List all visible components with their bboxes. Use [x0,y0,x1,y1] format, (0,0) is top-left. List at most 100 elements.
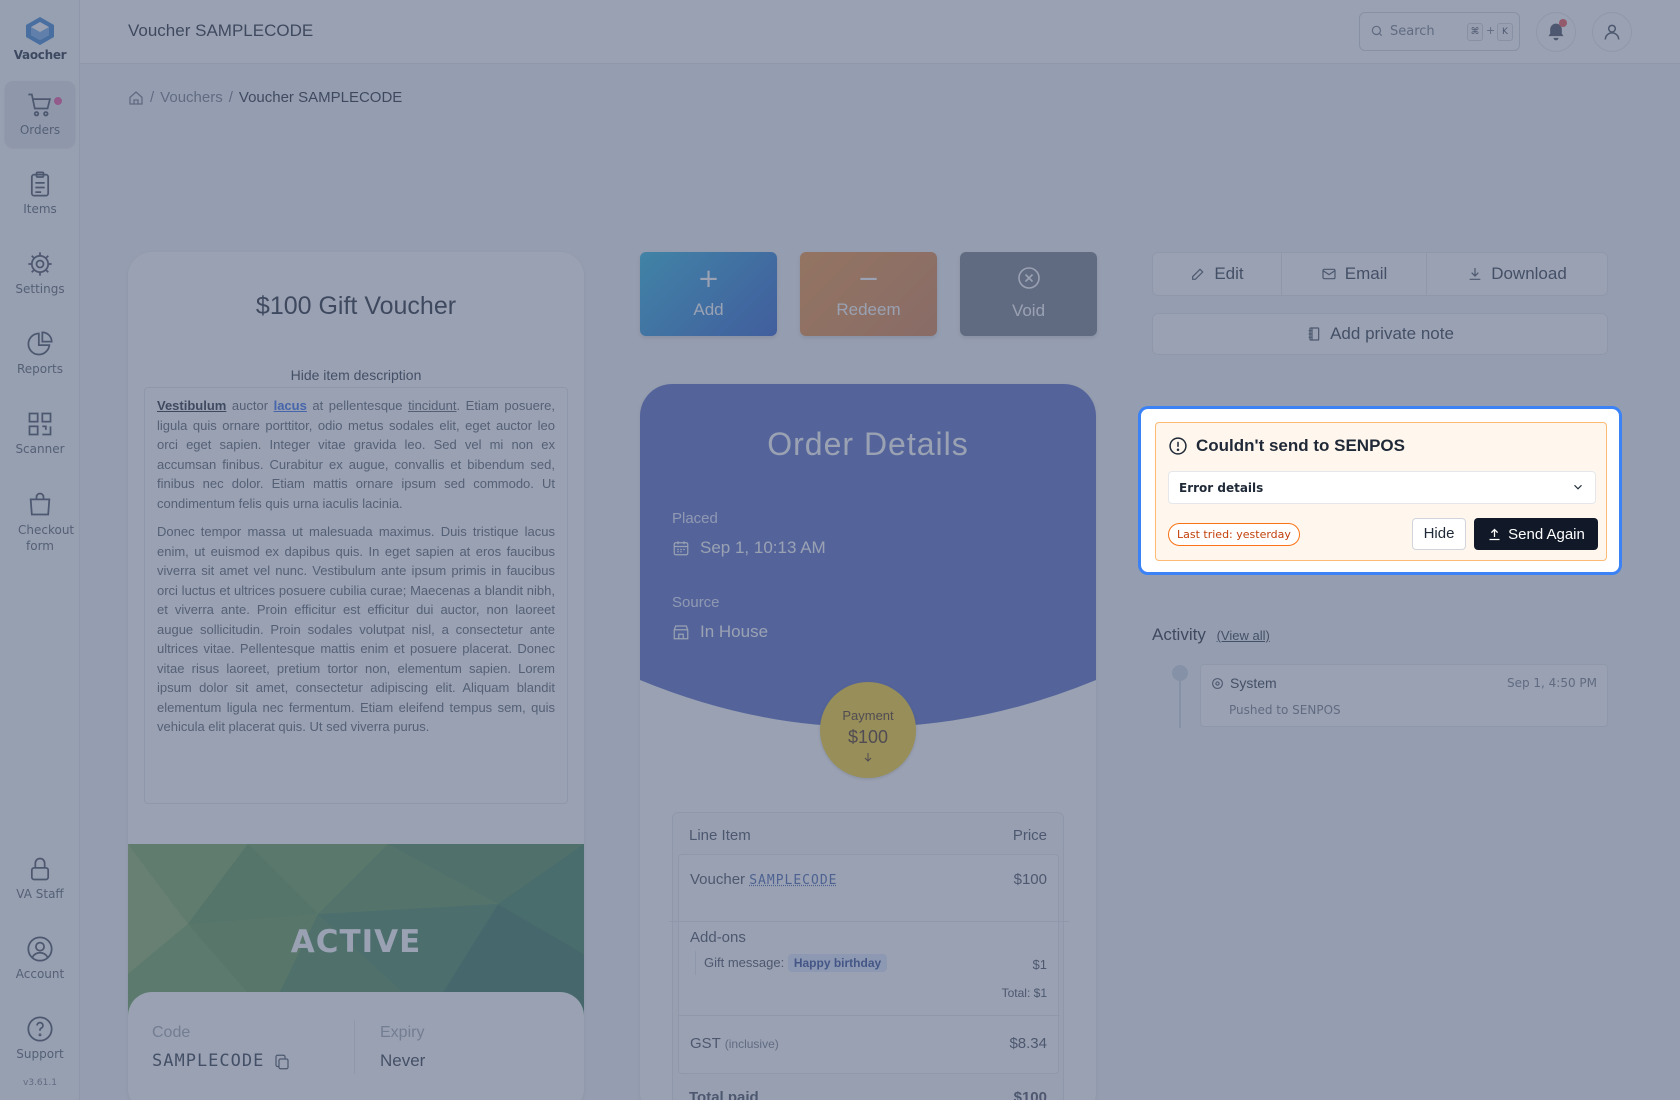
source-value: In House [672,622,768,642]
shortcut-plus: + [1486,24,1496,37]
code-expiry-panel: Code SAMPLECODE Expiry Never [128,992,584,1100]
download-icon [1469,268,1481,280]
senpos-alert-highlight: Couldn't send to SENPOS Error details La… [1138,406,1622,575]
alert-title-text: Couldn't send to SENPOS [1196,436,1405,455]
breadcrumb-vouchers[interactable]: Vouchers [160,89,223,106]
payment-label: Payment [842,708,894,723]
total-paid-label: Total paid [689,1089,759,1100]
page-title: Voucher SAMPLECODE [128,21,314,40]
upload-icon [1489,528,1500,540]
nav-account[interactable]: Account [5,925,75,981]
nav-orders-label: Orders [19,123,61,137]
warning-icon [1169,437,1187,455]
nav-items-label: Items [23,202,57,216]
hide-description-toggle[interactable]: Hide item description [128,367,584,383]
error-details-dropdown[interactable]: Error details [1168,471,1596,504]
notification-dot [52,95,64,107]
column-header-line-item: Line Item [689,827,751,844]
payment-amount: $100 [847,727,889,747]
voucher-line-price: $100 [1013,871,1047,888]
hide-button[interactable]: Hide [1412,518,1466,550]
nav-orders[interactable]: Orders [5,81,75,147]
nav-account-label: Account [15,967,65,981]
description-link[interactable]: lacus [274,398,307,413]
addons-label: Add-ons [690,929,746,946]
envelope-icon [1322,268,1336,280]
breadcrumb-separator: / [228,89,233,106]
timeline-dot [1172,665,1188,681]
addons-total-value: $1 [1033,986,1047,1000]
gst-value: $8.34 [1009,1035,1047,1052]
pencil-icon [1192,268,1204,280]
app-logo[interactable]: Vaocher [0,16,80,62]
last-tried-badge: Last tried: yesterday [1168,523,1300,546]
email-button-label: Email [1344,264,1388,283]
activity-header: Activity (View all) [1152,625,1270,645]
redeem-button[interactable]: − Redeem [800,252,937,336]
description-bold-word: Vestibulum [157,398,227,413]
addons-total-label: Total: [1001,986,1031,1000]
profile-button[interactable] [1592,12,1632,52]
add-button[interactable]: + Add [640,252,777,336]
nav-items[interactable]: Items [5,160,75,216]
nav-checkout-form-label: Checkout form [18,523,75,553]
void-button[interactable]: Void [960,252,1097,336]
gear-icon [28,252,52,276]
payment-badge[interactable]: Payment $100 [820,682,916,778]
home-icon[interactable] [128,90,144,106]
void-icon [960,266,1097,295]
search-input[interactable]: Search ⌘ + K [1359,12,1520,51]
view-all-link[interactable]: (View all) [1217,628,1270,643]
total-paid-value: $100 [1013,1089,1047,1100]
order-details-title: Order Details [767,426,969,462]
notebook-icon [1308,327,1320,341]
divider [354,1020,355,1074]
version-label: v3.61.1 [23,1078,57,1088]
nav-va-staff[interactable]: VA Staff [5,845,75,901]
placed-date: Sep 1, 10:13 AM [700,538,826,557]
clipboard-icon [30,171,50,197]
description-text: at pellentesque [306,398,409,413]
nav-settings[interactable]: Settings [5,240,75,296]
description-text: auctor [226,398,274,413]
nav-scanner[interactable]: Scanner [5,400,75,456]
nav-checkout-form[interactable]: Checkout form [5,480,75,554]
void-button-label: Void [1011,301,1046,320]
activity-actor-name: System [1230,675,1277,691]
description-text: . Etiam posuere, ligula quis ornare port… [157,398,556,511]
pie-chart-icon [27,331,53,356]
shortcut-key-k: K [1497,23,1513,41]
notifications-button[interactable] [1536,12,1576,52]
copy-icon[interactable] [273,1053,291,1071]
gift-message-label: Gift message: [704,955,785,970]
search-placeholder: Search [1390,24,1435,39]
logo-icon [26,17,54,45]
expiry-value: Never [380,1051,426,1070]
activity-title: Activity [1152,625,1206,644]
placed-label: Placed [672,510,718,527]
nav-reports[interactable]: Reports [5,320,75,376]
error-details-label: Error details [1179,481,1264,495]
email-button[interactable]: Email [1281,252,1427,296]
minus-icon: − [857,264,880,294]
help-icon [27,1016,53,1042]
voucher-line-label: Voucher [690,871,746,888]
nav-reports-label: Reports [16,362,64,376]
gst-row: GST (inclusive) [690,1035,779,1052]
nav-settings-label: Settings [15,282,65,296]
breadcrumb-current: Voucher SAMPLECODE [238,89,403,106]
edit-button-label: Edit [1214,264,1244,283]
send-again-button[interactable]: Send Again [1474,518,1598,550]
status-label: ACTIVE [290,924,422,960]
download-button[interactable]: Download [1426,252,1608,296]
add-private-note-button[interactable]: Add private note [1152,313,1608,355]
calendar-icon [673,541,689,556]
nav-support[interactable]: Support [5,1005,75,1061]
add-private-note-label: Add private note [1330,324,1454,343]
edit-button[interactable]: Edit [1152,252,1282,296]
voucher-line-code[interactable]: SAMPLECODE [749,873,837,888]
gst-label: GST [690,1035,721,1052]
expiry-label: Expiry [380,1024,425,1041]
addon-indent-line [695,951,696,975]
line-items-body: Voucher SAMPLECODE $100 Add-ons Gift mes… [669,854,1069,1074]
